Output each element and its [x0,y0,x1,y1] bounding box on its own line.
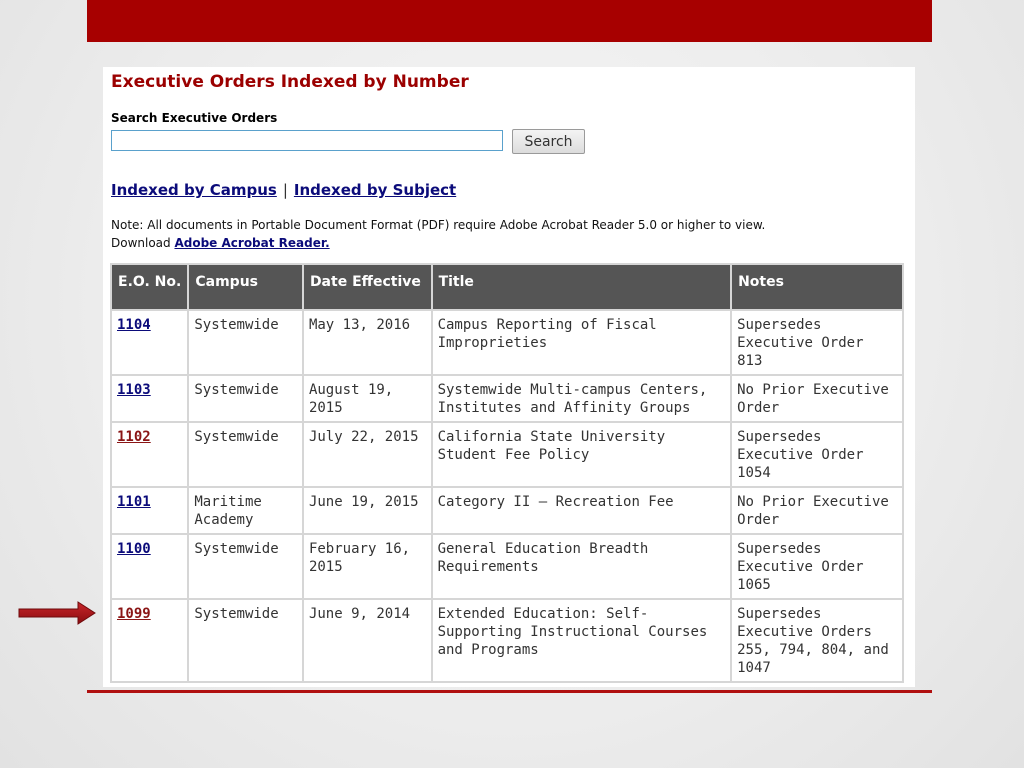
eo-number-cell: 1100 [112,535,188,598]
campus-cell: Maritime Academy [189,488,302,533]
search-input[interactable] [111,130,503,151]
header-eo-no: E.O. No. [112,265,188,309]
date-cell: May 13, 2016 [303,311,431,374]
search-button[interactable]: Search [512,129,585,154]
eo-number-link[interactable]: 1099 [117,606,151,622]
notes-cell: Supersedes Executive Order 1065 [732,535,902,598]
notes-cell: Supersedes Executive Order 1054 [732,423,902,486]
table-row: 1100 Systemwide February 16, 2015 Genera… [112,535,902,598]
eo-number-cell: 1099 [112,600,188,681]
notes-cell: Supersedes Executive Orders 255, 794, 80… [732,600,902,681]
note-line: Note: All documents in Portable Document… [111,218,766,232]
title-cell: Category II – Recreation Fee [432,488,731,533]
table-header-row: E.O. No. Campus Date Effective Title Not… [112,265,902,309]
note-download-prefix: Download [111,236,175,250]
table-row: 1101 Maritime Academy June 19, 2015 Cate… [112,488,902,533]
top-banner [87,0,932,42]
table-row: 1104 Systemwide May 13, 2016 Campus Repo… [112,311,902,374]
page-title: Executive Orders Indexed by Number [111,72,469,92]
eo-number-cell: 1104 [112,311,188,374]
notes-cell: Supersedes Executive Order 813 [732,311,902,374]
campus-cell: Systemwide [189,600,302,681]
date-cell: August 19, 2015 [303,376,431,421]
eo-number-link[interactable]: 1102 [117,429,151,445]
search-label: Search Executive Orders [111,111,278,125]
table-row: 1102 Systemwide July 22, 2015 California… [112,423,902,486]
title-cell: Campus Reporting of Fiscal Improprieties [432,311,731,374]
right-arrow-icon [18,601,96,625]
header-date-effective: Date Effective [303,265,431,309]
eo-number-link[interactable]: 1101 [117,494,151,510]
header-campus: Campus [189,265,302,309]
bottom-divider [87,690,932,693]
page-content: Executive Orders Indexed by Number Searc… [103,67,915,687]
campus-cell: Systemwide [189,311,302,374]
table-row: 1099 Systemwide June 9, 2014 Extended Ed… [112,600,902,681]
eo-number-cell: 1102 [112,423,188,486]
table-row: 1103 Systemwide August 19, 2015 Systemwi… [112,376,902,421]
index-links: Indexed by Campus | Indexed by Subject [111,181,456,199]
pdf-note: Note: All documents in Portable Document… [111,216,765,252]
date-cell: June 9, 2014 [303,600,431,681]
date-cell: June 19, 2015 [303,488,431,533]
eo-number-link[interactable]: 1104 [117,317,151,333]
note-download-line: Download Adobe Acrobat Reader. [111,234,765,252]
campus-cell: Systemwide [189,423,302,486]
date-cell: February 16, 2015 [303,535,431,598]
indexed-by-subject-link[interactable]: Indexed by Subject [294,181,456,199]
date-cell: July 22, 2015 [303,423,431,486]
campus-cell: Systemwide [189,376,302,421]
title-cell: Extended Education: Self-Supporting Inst… [432,600,731,681]
eo-number-link[interactable]: 1100 [117,541,151,557]
title-cell: General Education Breadth Requirements [432,535,731,598]
eo-number-link[interactable]: 1103 [117,382,151,398]
notes-cell: No Prior Executive Order [732,488,902,533]
executive-orders-table: E.O. No. Campus Date Effective Title Not… [110,263,904,683]
link-separator: | [282,181,288,199]
header-title: Title [432,265,731,309]
title-cell: California State University Student Fee … [432,423,731,486]
indexed-by-campus-link[interactable]: Indexed by Campus [111,181,277,199]
title-cell: Systemwide Multi-campus Centers, Institu… [432,376,731,421]
adobe-reader-link[interactable]: Adobe Acrobat Reader. [174,236,329,250]
campus-cell: Systemwide [189,535,302,598]
eo-number-cell: 1101 [112,488,188,533]
eo-number-cell: 1103 [112,376,188,421]
notes-cell: No Prior Executive Order [732,376,902,421]
header-notes: Notes [732,265,902,309]
